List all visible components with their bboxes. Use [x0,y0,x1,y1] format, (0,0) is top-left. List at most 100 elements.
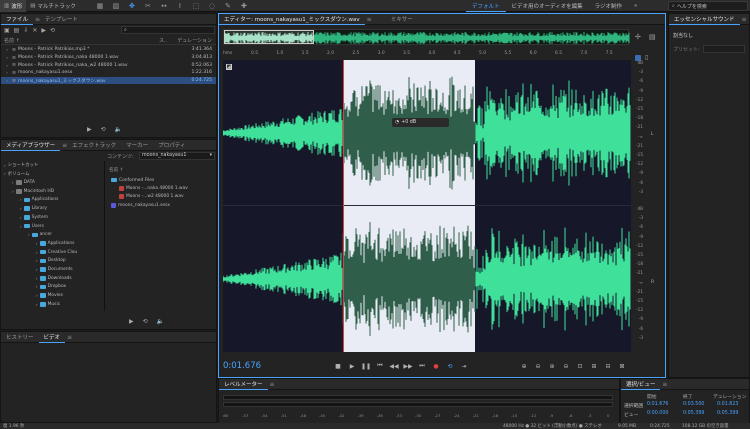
multitrack-mode-button[interactable]: ▤ マルチトラック [26,0,80,12]
tab-level-meter[interactable]: レベルメーター [219,379,268,390]
open-file-icon[interactable]: ▤ [14,27,20,34]
preset-dropdown[interactable] [702,45,745,53]
file-row[interactable]: › ≋ Moons - Patrick Patrikios.mp3 * 3:41.36… [1,46,216,54]
disclosure-arrow-icon[interactable]: › [36,293,38,298]
tree-item[interactable]: › ショートカット [4,161,38,169]
disclosure-arrow-icon[interactable]: › [36,258,38,263]
zoom-out-time-icon[interactable]: ⊖ [561,361,571,371]
tab-editor[interactable]: エディター: moons_nakayasu1_ミックスダウン.wav [219,14,365,25]
volume-icon[interactable]: 🔈 [157,318,164,325]
new-file-icon[interactable]: ▣ [4,27,10,34]
go-to-end-icon[interactable]: ⏭ [417,361,427,371]
tab-media-browser[interactable]: メディアブラウザー [1,140,61,151]
file-row[interactable]: › ≋ Moons - Patrick Patrikios_naka 48000 1… [1,54,216,62]
panel-menu-icon[interactable]: ≡ [270,381,275,388]
content-item[interactable]: Moons -...w2 48000 1.wav [109,193,217,201]
zoom-selection-icon[interactable]: ⊠ [617,361,627,371]
disclosure-arrow-icon[interactable]: › [36,267,38,272]
time-selection-tool-icon[interactable]: I [174,0,186,12]
loop-preview-icon[interactable]: ⟲ [143,318,148,325]
workspace-video-audio[interactable]: ビデオ用のオーディオを編集 [506,0,589,12]
tab-templates[interactable]: テンプレート [40,14,83,25]
slip-tool-icon[interactable]: ↔ [158,0,170,12]
zoom-in-playhead-icon[interactable]: ⊞ [589,361,599,371]
tree-item[interactable]: › Applications [36,239,74,247]
skip-selection-icon[interactable]: ⇥ [459,361,469,371]
disclosure-arrow-icon[interactable]: › [36,250,38,255]
panel-menu-icon[interactable]: ≡ [367,16,372,23]
view-start[interactable]: 0:00.000 [647,411,668,416]
tree-item[interactable]: › Users [20,222,44,230]
tab-selection-view[interactable]: 選択/ビュー [621,379,661,390]
disclosure-arrow-icon[interactable]: › [36,241,38,246]
col-status[interactable]: ス.. [159,37,167,44]
disclosure-arrow-icon[interactable]: › [36,276,38,281]
tree-item[interactable]: › Dropbox [36,283,66,291]
zoom-out-full-icon[interactable]: ⊡ [575,361,585,371]
tree-item[interactable]: › Macintosh HD [12,187,54,195]
tree-item[interactable]: › DATA [12,178,35,186]
move-tool-icon[interactable]: ✥ [126,0,138,12]
panel-menu-icon[interactable]: ≡ [662,381,667,388]
marquee-tool-icon[interactable]: ⬚ [190,0,202,12]
lasso-tool-icon[interactable]: ◌ [206,0,218,12]
zoom-in-time-icon[interactable]: ⊕ [547,361,557,371]
col-duration[interactable]: デュレーション [177,37,212,44]
panel-menu-icon[interactable]: ≡ [67,334,72,341]
content-item[interactable]: moons_nakayasu1.sesx [109,201,217,209]
channel-label-left[interactable]: L [651,132,654,137]
zoom-out-playhead-icon[interactable]: ⊟ [603,361,613,371]
disclosure-arrow-icon[interactable]: › [4,163,6,168]
tree-item[interactable]: › Applications [20,196,58,204]
stop-icon[interactable]: ■ [333,361,343,371]
help-search-input[interactable]: ⌕ ヘルプを検索 [668,1,748,11]
tab-properties[interactable]: プロパティ [153,140,190,151]
selection-end[interactable]: 0:03.500 [683,402,704,407]
tab-effects-rack[interactable]: エフェクトラック [67,140,121,151]
tree-item[interactable]: › System [20,213,48,221]
disclosure-arrow-icon[interactable]: › [20,215,22,220]
hud-volume[interactable]: ◔ +0 dB [392,118,449,127]
pause-icon[interactable]: ❚❚ [361,361,371,371]
go-to-start-icon[interactable]: ⏮ [375,361,385,371]
tree-item[interactable]: › ボリューム [4,170,29,178]
play-icon[interactable]: ▶ [347,361,357,371]
loop-preview-icon[interactable]: ⟲ [101,126,106,133]
hud-toggle-icon[interactable]: ◩ [226,64,232,70]
disclosure-arrow-icon[interactable]: › [36,302,38,307]
col-name[interactable]: 名前 ↑ [4,37,20,44]
zoom-out-amplitude-icon[interactable]: ⊖ [533,361,543,371]
play-preview-icon[interactable]: ▶ [129,318,134,325]
autoplay-icon[interactable]: ▶ [41,27,46,34]
zoom-to-selection-icon[interactable]: ✢ [635,33,641,41]
spectral-frequency-icon[interactable]: ▦ [94,0,106,12]
volume-knob-icon[interactable]: ◔ [395,120,399,125]
tree-item[interactable]: › Movies [36,292,63,300]
loop-icon[interactable]: ⟲ [50,27,55,34]
fast-forward-icon[interactable]: ▶▶ [403,361,413,371]
tree-item[interactable]: › Documents [36,265,73,273]
zoom-in-amplitude-icon[interactable]: ⊕ [519,361,529,371]
time-display-icon[interactable]: ▤ [649,33,656,41]
tab-video[interactable]: ビデオ [38,332,66,343]
volume-icon[interactable]: 🔈 [115,126,122,133]
disclosure-arrow-icon[interactable]: › [20,206,22,211]
brush-tool-icon[interactable]: ✎ [222,0,234,12]
file-row[interactable]: › ≋ Moons - Patrick Patrikios_naka_w2 4800… [1,61,216,69]
pane-divider[interactable] [104,161,105,311]
rewind-icon[interactable]: ◀◀ [389,361,399,371]
tree-item[interactable]: › Creative Clou [36,248,77,256]
workspace-radio[interactable]: ラジオ制作 [589,0,628,12]
loop-playback-icon[interactable]: ⟲ [445,361,455,371]
disclosure-arrow-icon[interactable]: › [20,224,22,229]
tab-markers[interactable]: マーカー [121,140,153,151]
tab-essential-sound[interactable]: エッセンシャルサウンド [669,14,740,25]
disclosure-arrow-icon[interactable]: › [28,232,30,237]
disclosure-arrow-icon[interactable]: › [12,180,14,185]
import-file-icon[interactable]: ⇩ [23,27,28,34]
ruler-settings-icon[interactable]: ▯ [645,54,648,61]
play-preview-icon[interactable]: ▶ [87,126,92,133]
file-row[interactable]: › ≋ moons_nakayasu1_ミックスダウン.wav 0:24.725 [1,76,216,85]
spot-heal-tool-icon[interactable]: ✚ [238,0,250,12]
disclosure-arrow-icon[interactable]: › [36,284,38,289]
